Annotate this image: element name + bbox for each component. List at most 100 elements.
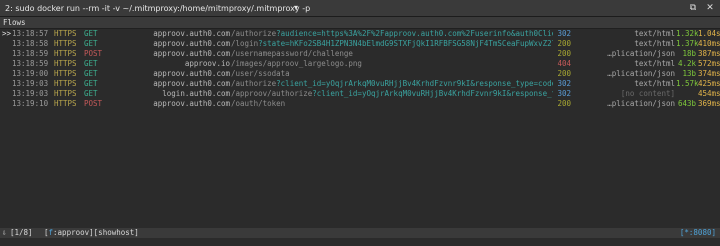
- flow-path-main: /usernamepassword/challenge: [231, 49, 353, 58]
- flow-duration: 1.04s: [698, 29, 720, 38]
- flow-method: GET: [84, 39, 98, 48]
- flow-host: approov.io: [184, 59, 230, 68]
- flow-duration: 387ms: [698, 49, 720, 58]
- flow-scheme: HTTPS: [54, 89, 77, 98]
- flow-path-main: /images/approov_largelogo.png: [231, 59, 362, 68]
- flow-host: approov.auth0.com: [153, 49, 230, 58]
- flow-host: approov.auth0.com: [153, 99, 230, 108]
- flow-scheme: HTTPS: [54, 39, 77, 48]
- flow-path: /authorize?audience=https%3A%2F%2Fapproo…: [231, 29, 553, 39]
- flow-content-type: text/html: [634, 39, 675, 48]
- flow-content-type: …plication/json: [607, 69, 675, 78]
- flow-path: /approov/authorize?client_id=yOqjrArkqM0…: [231, 89, 553, 99]
- scroll-down-icon: ⇩: [2, 228, 7, 237]
- flow-content-type: …plication/json: [607, 99, 675, 108]
- flow-status: 200: [557, 39, 571, 48]
- flow-path: /usernamepassword/challenge: [231, 49, 553, 59]
- flow-path-main: /authorize: [231, 79, 277, 88]
- flow-scheme: HTTPS: [54, 69, 77, 78]
- flow-scheme: HTTPS: [54, 59, 77, 68]
- restore-window-icon[interactable]: ⧉: [687, 2, 699, 14]
- flow-method: GET: [84, 69, 98, 78]
- flow-path: /images/approov_largelogo.png: [231, 59, 553, 69]
- flow-method: GET: [84, 89, 98, 98]
- flow-row[interactable]: 13:19:10 HTTPS POST approov.auth0.com/oauth…: [0, 99, 720, 109]
- flow-row[interactable]: 13:18:59 HTTPS GET approov.io/images/approo…: [0, 59, 720, 69]
- flow-time: 13:18:58: [12, 39, 49, 48]
- flow-scheme: HTTPS: [54, 49, 77, 58]
- flow-path-query: ?client_id=yOqjrArkqM0vuRHjjBv4KrhdFzvnr…: [312, 89, 553, 98]
- flows-title: Flows: [3, 18, 26, 27]
- flow-path-main: /user/ssodata: [231, 69, 290, 78]
- flow-method: POST: [84, 49, 103, 58]
- flow-status: 302: [557, 29, 571, 38]
- flow-row[interactable]: 13:19:03 HTTPS GET login.auth0.com/approov/…: [0, 89, 720, 99]
- flow-host: approov.auth0.com: [153, 29, 230, 38]
- flow-scheme: HTTPS: [54, 79, 77, 88]
- flow-duration: 454ms: [698, 89, 720, 98]
- flow-size: 1.37k: [676, 39, 699, 48]
- status-bar: ⇩ [1/8] [f:approov][showhost] [*:8080]: [0, 228, 720, 238]
- showhost-indicator: [showhost]: [93, 228, 139, 237]
- flow-status: 200: [557, 49, 571, 58]
- listen-address: [*:8080]: [679, 228, 716, 237]
- filter-indicator: [f:approov][showhost]: [44, 228, 139, 238]
- flow-row[interactable]: >> 13:18:57 HTTPS GET approov.auth0.com/auth…: [0, 29, 720, 39]
- flow-method: GET: [84, 79, 98, 88]
- flow-host: approov.auth0.com: [153, 69, 230, 78]
- flow-path-query: ?state=hKFo2SB4H1ZPN3N4bElmdG9STXFjQkI1R…: [258, 39, 553, 48]
- flow-path: /oauth/token: [231, 99, 553, 109]
- flow-content-type: text/html: [634, 59, 675, 68]
- flow-time: 13:18:59: [12, 49, 49, 58]
- close-window-icon[interactable]: ✕: [704, 2, 716, 14]
- flow-path-query: ?client_id=yOqjrArkqM0vuRHjjBv4KrhdFzvnr…: [276, 79, 553, 88]
- flow-row[interactable]: 13:19:00 HTTPS GET approov.auth0.com/user/s…: [0, 69, 720, 79]
- flow-method: GET: [84, 59, 98, 68]
- flow-duration: 410ms: [698, 39, 720, 48]
- flow-host: approov.auth0.com: [153, 39, 230, 48]
- flow-host: login.auth0.com: [162, 89, 230, 98]
- flow-size: 1.32k: [676, 29, 699, 38]
- flow-time: 13:19:03: [12, 89, 49, 98]
- flow-path-query: ?audience=https%3A%2F%2Fapproov.auth0.co…: [276, 29, 553, 38]
- flow-path-main: /oauth/token: [231, 99, 286, 108]
- flow-method: POST: [84, 99, 103, 108]
- flow-duration: 369ms: [698, 99, 720, 108]
- flow-size: 13b: [682, 69, 696, 78]
- flow-time: 13:19:03: [12, 79, 49, 88]
- flow-duration: 374ms: [698, 69, 720, 78]
- flow-content-type: …plication/json: [607, 49, 675, 58]
- flows-header: Flows: [0, 17, 720, 29]
- flow-time: 13:19:10: [12, 99, 49, 108]
- flow-status: 302: [557, 89, 571, 98]
- filter-value: :approov]: [53, 228, 94, 237]
- focus-marker: >>: [2, 29, 12, 38]
- flow-path-main: /approov/authorize: [231, 89, 313, 98]
- flow-count: [1/8]: [10, 228, 33, 237]
- flow-status: 200: [557, 99, 571, 108]
- flow-status: 302: [557, 79, 571, 88]
- flow-size: 4.2k: [677, 59, 696, 68]
- window-titlebar: 2: sudo docker run --rm -it -v ~/.mitmpr…: [0, 0, 720, 17]
- flow-duration: 572ms: [698, 59, 720, 68]
- flow-row[interactable]: 13:18:59 HTTPS POST approov.auth0.com/usern…: [0, 49, 720, 59]
- flow-content-type: text/html: [634, 29, 675, 38]
- flow-status: 200: [557, 69, 571, 78]
- flow-path: /authorize?client_id=yOqjrArkqM0vuRHjjBv…: [231, 79, 553, 89]
- flow-duration: 425ms: [698, 79, 720, 88]
- flow-host: approov.auth0.com: [153, 79, 230, 88]
- flow-method: GET: [84, 29, 98, 38]
- flow-scheme: HTTPS: [54, 99, 77, 108]
- flow-path-main: /authorize: [231, 29, 277, 38]
- flow-path: /login?state=hKFo2SB4H1ZPN3N4bElmdG9STXF…: [231, 39, 553, 49]
- flow-scheme: HTTPS: [54, 29, 77, 38]
- flow-path-main: /login: [231, 39, 259, 48]
- flow-status: 404: [557, 59, 571, 68]
- chevron-down-icon[interactable]: ▾: [294, 3, 298, 12]
- flow-content-type: text/html: [634, 79, 675, 88]
- flow-size: 643b: [677, 99, 696, 108]
- flow-row[interactable]: 13:18:58 HTTPS GET approov.auth0.com/login?…: [0, 39, 720, 49]
- flow-size: 1.57k: [676, 79, 699, 88]
- flow-list[interactable]: >> 13:18:57 HTTPS GET approov.auth0.com/auth…: [0, 29, 720, 109]
- flow-row[interactable]: 13:19:03 HTTPS GET approov.auth0.com/author…: [0, 79, 720, 89]
